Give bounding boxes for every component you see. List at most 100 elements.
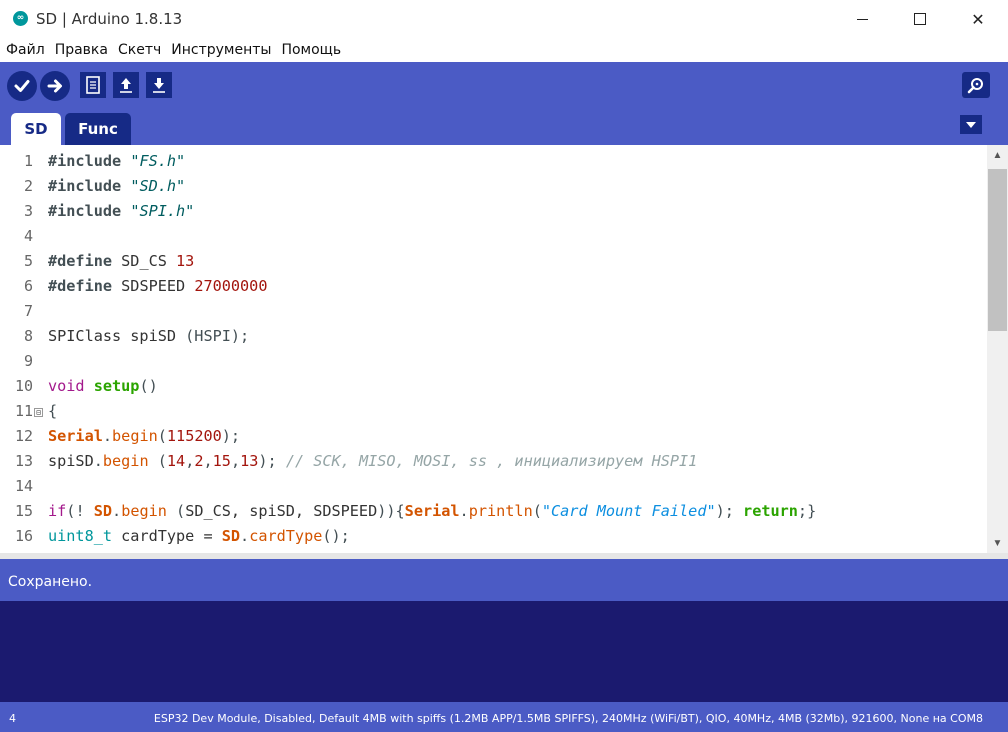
minimize-button[interactable] — [833, 0, 891, 38]
serial-monitor-button[interactable] — [962, 72, 990, 98]
code-token: . — [93, 452, 103, 470]
code-line[interactable]: 8 SPIClass spiSD (HSPI); — [0, 323, 987, 348]
code-line[interactable]: 13 spiSD.begin (14,2,15,13); // SCK, MISO… — [0, 448, 987, 473]
editor-scrollbar[interactable]: ▲ ▼ — [987, 145, 1008, 553]
code-text: Serial.begin(115200); — [48, 427, 240, 445]
code-token: 13 — [176, 252, 195, 270]
code-token: SD_CS, spiSD, SDSPEED — [185, 502, 378, 520]
code-line[interactable]: 16 uint8_t cardType = SD.cardType(); — [0, 523, 987, 548]
code-text: SPIClass spiSD (HSPI); — [48, 327, 249, 345]
code-text: #define SDSPEED 27000000 — [48, 277, 267, 295]
code-line[interactable]: 15 if(! SD.begin (SD_CS, spiSD, SDSPEED))… — [0, 498, 987, 523]
code-token: uint8_t — [48, 527, 113, 545]
code-token: println — [468, 502, 533, 520]
code-text: #include "SPI.h" — [48, 202, 194, 220]
fold-toggle-icon[interactable]: ⊟ — [34, 408, 43, 417]
code-token: 15 — [212, 452, 231, 470]
line-number: 2 — [23, 177, 33, 195]
window-title: SD | Arduino 1.8.13 — [36, 10, 183, 28]
code-line[interactable]: 5 #define SD_CS 13 — [0, 248, 987, 273]
menu-file[interactable]: Файл — [0, 38, 49, 62]
code-line[interactable]: 4 — [0, 223, 987, 248]
code-line[interactable]: 1 #include "FS.h" — [0, 148, 987, 173]
line-number: 6 — [23, 277, 33, 295]
menu-help[interactable]: Помощь — [275, 38, 345, 62]
tab-sd[interactable]: SD — [11, 113, 61, 145]
open-button[interactable] — [113, 72, 139, 98]
code-token: 14 — [166, 452, 186, 470]
code-token: begin — [121, 502, 167, 520]
scroll-down-icon[interactable]: ▼ — [987, 533, 1008, 553]
line-number: 4 — [23, 227, 33, 245]
maximize-icon — [914, 13, 926, 25]
arrow-right-icon — [47, 79, 62, 93]
code-token: #include — [48, 177, 122, 195]
code-line[interactable]: 9 — [0, 348, 987, 373]
line-number: 13 — [14, 452, 33, 470]
code-token: #include — [48, 202, 122, 220]
new-sketch-button[interactable] — [80, 72, 106, 98]
code-line[interactable]: 14 — [0, 473, 987, 498]
code-text: #define SD_CS 13 — [48, 252, 194, 270]
tab-menu-button[interactable] — [960, 115, 982, 134]
code-token: "SD.h" — [130, 177, 186, 195]
scroll-up-icon[interactable]: ▲ — [987, 145, 1008, 165]
code-token: ); — [715, 502, 744, 520]
menu-edit[interactable]: Правка — [49, 38, 112, 62]
console-output[interactable] — [0, 601, 1008, 702]
code-token: void — [48, 377, 85, 395]
footer-bar: 4 ESP32 Dev Module, Disabled, Default 4M… — [0, 702, 1008, 732]
minimize-icon — [856, 18, 868, 20]
tab-func[interactable]: Func — [65, 113, 131, 145]
close-button[interactable]: ✕ — [949, 0, 1007, 38]
verify-button[interactable] — [7, 71, 37, 101]
code-token: if — [48, 502, 67, 520]
line-number: 3 — [23, 202, 33, 220]
code-token: { — [48, 402, 58, 420]
maximize-button[interactable] — [891, 0, 949, 38]
code-token: setup — [93, 377, 140, 395]
code-text: spiSD.begin (14,2,15,13); // SCK, MISO, … — [48, 452, 697, 470]
code-token: #include — [48, 152, 122, 170]
code-text: #include "SD.h" — [48, 177, 185, 195]
code-token: ( — [166, 502, 186, 520]
line-number: 11 — [14, 402, 33, 420]
code-token: ); — [221, 427, 241, 445]
code-line[interactable]: 2 #include "SD.h" — [0, 173, 987, 198]
menu-bar: Файл Правка Скетч Инструменты Помощь — [0, 38, 1008, 62]
code-line[interactable]: 3 #include "SPI.h" — [0, 198, 987, 223]
code-token: . — [102, 427, 113, 445]
code-text: if(! SD.begin (SD_CS, spiSD, SDSPEED)){S… — [48, 502, 816, 520]
code-editor[interactable]: 1 #include "FS.h" 2 #include "SD.h" 3 #includ… — [0, 145, 987, 553]
code-token: SDSPEED — [112, 277, 195, 295]
code-line[interactable]: 7 — [0, 298, 987, 323]
save-button[interactable] — [146, 72, 172, 98]
code-token: ); — [258, 452, 286, 470]
close-icon: ✕ — [971, 9, 985, 29]
code-token: , — [185, 452, 195, 470]
status-bar: Сохранено. — [0, 559, 1008, 601]
code-line[interactable]: 12 Serial.begin(115200); — [0, 423, 987, 448]
code-token: 13 — [240, 452, 259, 470]
code-token: return — [743, 502, 798, 520]
arrow-up-icon — [120, 78, 132, 93]
line-number: 5 — [23, 252, 33, 270]
code-token: . — [112, 502, 122, 520]
code-text: #include "FS.h" — [48, 152, 185, 170]
menu-sketch[interactable]: Скетч — [112, 38, 165, 62]
scrollbar-thumb[interactable] — [988, 169, 1007, 331]
code-token: (! — [66, 502, 94, 520]
code-line[interactable]: 6 #define SDSPEED 27000000 — [0, 273, 987, 298]
code-line[interactable]: 11 ⊟ { — [0, 398, 987, 423]
code-line[interactable]: 10 void setup() — [0, 373, 987, 398]
menu-tools[interactable]: Инструменты — [165, 38, 275, 62]
window-titlebar: ∞ SD | Arduino 1.8.13 ✕ — [0, 0, 1008, 38]
line-number: 16 — [14, 527, 33, 545]
upload-button[interactable] — [40, 71, 70, 101]
code-token: "Card Mount Failed" — [541, 502, 716, 520]
checkmark-icon — [14, 80, 30, 92]
line-number: 1 — [23, 152, 33, 170]
